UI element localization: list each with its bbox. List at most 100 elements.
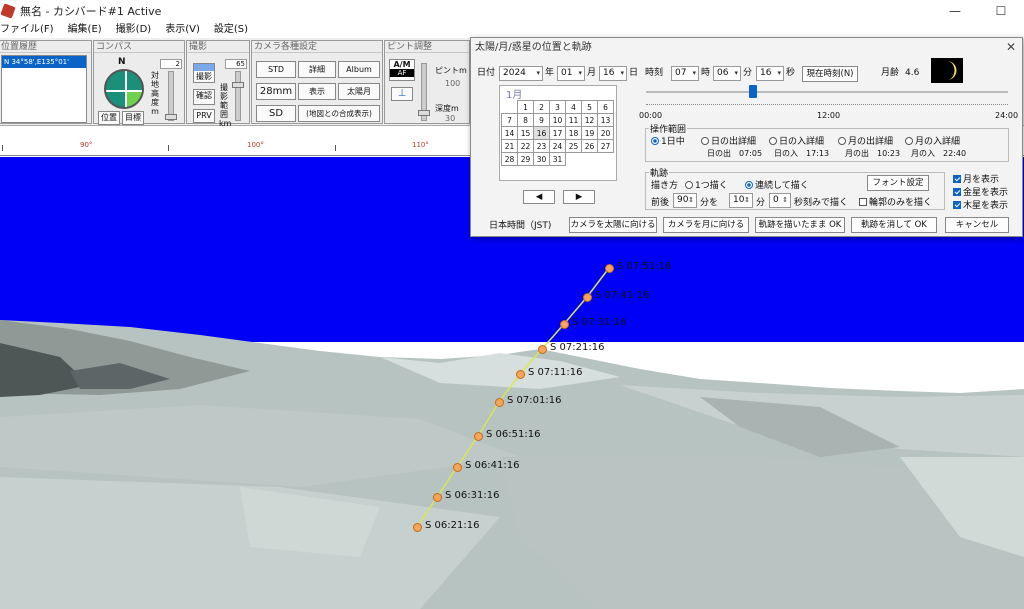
calendar-day[interactable]: 21 bbox=[501, 139, 518, 153]
calendar-day[interactable]: 11 bbox=[565, 113, 582, 127]
camera-to-moon-button[interactable]: カメラを月に向ける bbox=[663, 217, 749, 233]
show-jupiter-checkbox[interactable]: 木星を表示 bbox=[953, 198, 1008, 211]
range-option-sunset[interactable]: 日の入詳細 bbox=[769, 134, 824, 147]
calendar-day[interactable]: 13 bbox=[597, 113, 614, 127]
calendar-day[interactable]: 29 bbox=[517, 152, 534, 166]
menu-view[interactable]: 表示(V) bbox=[165, 22, 200, 38]
calendar-day[interactable]: 26 bbox=[581, 139, 598, 153]
minutes-input[interactable]: 90 ⇕ bbox=[673, 193, 697, 208]
af-toggle[interactable]: A/M AF bbox=[389, 59, 415, 81]
calendar-grid[interactable]: 1 2 3 4 5 6 7 8 9 10 11 12 13 14 15 16 17 18 19 20 21 22 23 24 2… bbox=[501, 100, 614, 166]
calendar[interactable]: 1月 1 2 3 4 5 6 7 8 9 10 11 12 13 14 15 16 17 18 19 20 21 22 23… bbox=[499, 85, 617, 181]
calendar-day[interactable]: 27 bbox=[597, 139, 614, 153]
calendar-day[interactable]: 7 bbox=[501, 113, 518, 127]
calendar-day[interactable]: 23 bbox=[533, 139, 550, 153]
cancel-button[interactable]: キャンセル bbox=[945, 217, 1009, 233]
focus-slider[interactable] bbox=[418, 63, 430, 121]
calendar-day[interactable]: 15 bbox=[517, 126, 534, 140]
outline-only-checkbox[interactable]: 輪郭のみを描く bbox=[859, 195, 932, 208]
show-venus-checkbox[interactable]: 金星を表示 bbox=[953, 185, 1008, 198]
menu-shoot[interactable]: 撮影(D) bbox=[116, 22, 152, 38]
target-button[interactable]: 目標 bbox=[122, 111, 144, 125]
detail-button[interactable]: 詳細 bbox=[298, 61, 336, 78]
focal-length-button[interactable]: 28mm bbox=[256, 83, 296, 100]
album-button[interactable]: Album bbox=[338, 61, 380, 78]
sun-moon-button[interactable]: 太陽月 bbox=[338, 83, 380, 100]
calendar-day[interactable]: 30 bbox=[533, 152, 550, 166]
calendar-day[interactable]: 3 bbox=[549, 100, 566, 114]
range-value[interactable]: 65 bbox=[225, 59, 247, 69]
step-minutes-input[interactable]: 10 ⇕ bbox=[729, 193, 753, 208]
now-time-button[interactable]: 現在時刻(N) bbox=[802, 66, 858, 82]
calendar-day[interactable]: 6 bbox=[597, 100, 614, 114]
compass-dial[interactable] bbox=[104, 69, 144, 109]
calendar-day[interactable]: 16 bbox=[533, 126, 550, 140]
menu-settings[interactable]: 設定(S) bbox=[214, 22, 248, 38]
time-slider-knob[interactable] bbox=[749, 85, 758, 98]
calendar-day[interactable]: 8 bbox=[517, 113, 534, 127]
time-slider[interactable] bbox=[646, 91, 1008, 93]
calendar-day[interactable]: 31 bbox=[549, 152, 566, 166]
menu-file[interactable]: ファイル(F) bbox=[0, 22, 54, 38]
hour-select[interactable]: 07 ▾ bbox=[671, 66, 699, 81]
calendar-day[interactable]: 17 bbox=[549, 126, 566, 140]
height-value[interactable]: 2 bbox=[160, 59, 182, 69]
draw-one-option[interactable]: 1つ描く bbox=[685, 178, 728, 191]
day-select[interactable]: 16 ▾ bbox=[599, 66, 627, 81]
location-selected-item[interactable]: N 34°58',E135°01' bbox=[2, 56, 86, 68]
calendar-day[interactable]: 20 bbox=[597, 126, 614, 140]
std-button[interactable]: STD bbox=[256, 61, 296, 78]
calendar-day[interactable]: 28 bbox=[501, 152, 518, 166]
second-select[interactable]: 16 ▾ bbox=[756, 66, 784, 81]
height-slider[interactable] bbox=[165, 71, 177, 121]
range-slider[interactable] bbox=[232, 71, 244, 121]
calendar-day[interactable]: 14 bbox=[501, 126, 518, 140]
sun-moon-dialog: 太陽/月/惑星の位置と軌跡 ✕ 日付 2024 ▾ 年 01 ▾ 月 16 ▾ 日 時… bbox=[470, 37, 1023, 237]
month-select[interactable]: 01 ▾ bbox=[557, 66, 585, 81]
calendar-day[interactable]: 22 bbox=[517, 139, 534, 153]
range-option-sunrise[interactable]: 日の出詳細 bbox=[701, 134, 756, 147]
ok-clear-track-button[interactable]: 軌跡を消して OK bbox=[851, 217, 937, 233]
focus-slider-knob[interactable] bbox=[418, 110, 430, 116]
step-seconds-input[interactable]: 0 ⇕ bbox=[769, 193, 791, 208]
focus-target-icon[interactable]: ⊥ bbox=[391, 87, 413, 101]
calendar-day[interactable]: 12 bbox=[581, 113, 598, 127]
draw-continuous-option[interactable]: 連続して描く bbox=[745, 178, 809, 191]
height-slider-knob[interactable] bbox=[165, 114, 177, 120]
confirm-button[interactable]: 確認 bbox=[193, 89, 215, 105]
range-option-moonrise[interactable]: 月の出詳細 bbox=[838, 134, 893, 147]
ok-keep-track-button[interactable]: 軌跡を描いたまま OK bbox=[755, 217, 845, 233]
range-option-all-day[interactable]: 1日中 bbox=[651, 134, 685, 147]
position-button[interactable]: 位置 bbox=[98, 111, 120, 125]
range-option-moonset[interactable]: 月の入詳細 bbox=[905, 134, 960, 147]
map-composite-button[interactable]: (地図との合成表示) bbox=[298, 105, 380, 122]
calendar-day[interactable]: 25 bbox=[565, 139, 582, 153]
calendar-day[interactable]: 18 bbox=[565, 126, 582, 140]
minimize-button[interactable]: — bbox=[932, 0, 978, 22]
calendar-day[interactable]: 19 bbox=[581, 126, 598, 140]
dialog-close-icon[interactable]: ✕ bbox=[1006, 40, 1016, 54]
calendar-day[interactable]: 4 bbox=[565, 100, 582, 114]
shoot-button[interactable]: 撮影 bbox=[193, 63, 215, 83]
calendar-prev-button[interactable]: ◀ bbox=[523, 190, 555, 204]
location-list[interactable]: N 34°58',E135°01' bbox=[1, 55, 87, 123]
display-button[interactable]: 表示 bbox=[298, 83, 336, 100]
minute-select[interactable]: 06 ▾ bbox=[713, 66, 741, 81]
calendar-day[interactable]: 10 bbox=[549, 113, 566, 127]
calendar-day[interactable]: 9 bbox=[533, 113, 550, 127]
show-moon-checkbox[interactable]: 月を表示 bbox=[953, 172, 999, 185]
calendar-day[interactable]: 2 bbox=[533, 100, 550, 114]
preview-button[interactable]: PRV bbox=[193, 109, 215, 123]
calendar-day[interactable]: 5 bbox=[581, 100, 598, 114]
sd-button[interactable]: SD bbox=[256, 105, 296, 122]
calendar-next-button[interactable]: ▶ bbox=[563, 190, 595, 204]
range-slider-knob[interactable] bbox=[232, 82, 244, 88]
year-select[interactable]: 2024 ▾ bbox=[499, 66, 543, 81]
camera-to-sun-button[interactable]: カメラを太陽に向ける bbox=[569, 217, 657, 233]
compass-panel: コンパス N 位置 目標 対地高度 m 2 bbox=[93, 40, 185, 125]
font-settings-button[interactable]: フォント設定 bbox=[867, 175, 929, 191]
calendar-day[interactable]: 1 bbox=[517, 100, 534, 114]
menu-edit[interactable]: 編集(E) bbox=[68, 22, 102, 38]
maximize-button[interactable]: ☐ bbox=[978, 0, 1024, 22]
calendar-day[interactable]: 24 bbox=[549, 139, 566, 153]
